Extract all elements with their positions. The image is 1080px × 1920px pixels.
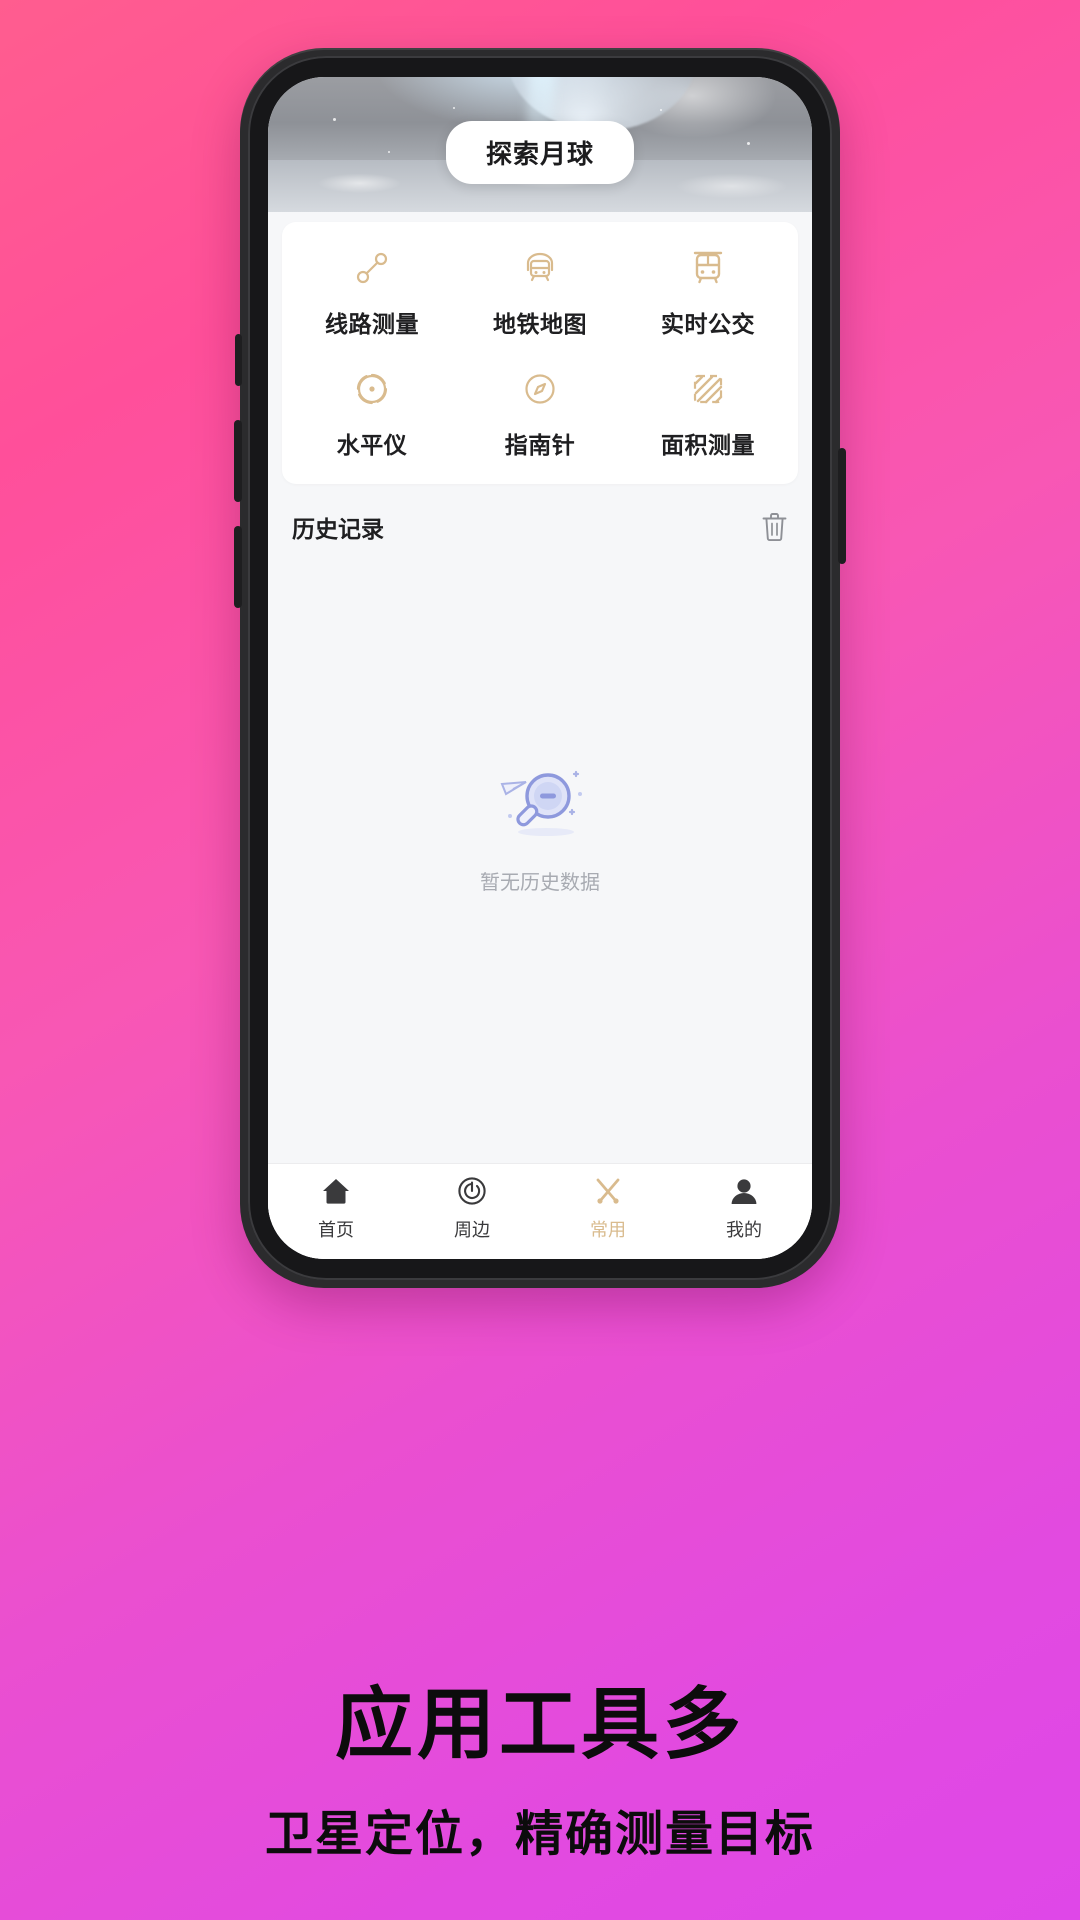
subway-map-icon [526,252,554,282]
star-icon [387,151,390,154]
main-content: 线路测量 地铁地图 实时公交 水平仪 指南针 面积测量 历史记录 暂无历史数据 … [268,212,812,1259]
history-empty-state: 暂无历史数据 [268,554,812,1163]
tab-label: 首页 [318,1220,354,1240]
tab-profile[interactable]: 我的 [676,1175,812,1242]
tool-label: 水平仪 [336,432,408,458]
tool-route-measure[interactable]: 线路测量 [288,248,456,339]
mute-switch[interactable] [235,334,242,386]
tool-label: 面积测量 [661,432,755,458]
promo-subline: 卫星定位，精确测量目标 [264,1808,815,1861]
tab-nearby[interactable]: 周边 [404,1175,540,1242]
spirit-level-icon [356,373,388,405]
phone-screen: 探索月球 线路测量 地铁地图 实时公交 水平仪 指南针 面积测量 历史记录 暂无… [268,77,812,1259]
tab-tools[interactable]: 常用 [540,1175,676,1242]
star-icon [333,117,337,121]
tool-label: 地铁地图 [493,311,587,337]
tool-subway-map[interactable]: 地铁地图 [456,248,624,339]
compass-icon [525,374,555,404]
promo-text: 应用工具多 卫星定位，精确测量目标 [0,1679,1080,1864]
history-title: 历史记录 [292,516,384,542]
explore-moon-button[interactable]: 探索月球 [445,121,635,184]
area-measure-icon [693,374,723,404]
home-icon [323,1179,349,1204]
history-header: 历史记录 [268,484,812,554]
tools-icon [596,1178,620,1204]
route-measure-icon [356,252,388,284]
power-button[interactable] [838,448,846,564]
tab-home[interactable]: 首页 [268,1175,404,1242]
star-icon [746,141,750,145]
tool-compass[interactable]: 指南针 [456,369,624,460]
hero-banner: 探索月球 [268,77,812,212]
tool-label: 指南针 [504,432,576,458]
tools-grid: 线路测量 地铁地图 实时公交 水平仪 指南针 面积测量 [282,222,798,484]
tool-spirit-level[interactable]: 水平仪 [288,369,456,460]
tool-realtime-bus[interactable]: 实时公交 [624,248,792,339]
magnifier-empty-icon [500,770,582,836]
trash-icon[interactable] [761,512,788,542]
tab-label: 常用 [590,1220,626,1240]
star-icon [452,106,455,109]
bottom-tabbar: 首页 周边 常用 我的 [268,1163,812,1259]
tab-label: 周边 [454,1220,490,1240]
empty-message: 暂无历史数据 [480,872,600,894]
promo-headline: 应用工具多 [334,1679,745,1768]
tool-label: 实时公交 [661,311,755,337]
tab-label: 我的 [726,1220,762,1240]
page-title: 探索月球 [485,139,595,169]
phone-mockup: 探索月球 线路测量 地铁地图 实时公交 水平仪 指南针 面积测量 历史记录 暂无… [234,48,846,1288]
volume-down-button[interactable] [234,526,242,608]
profile-icon [731,1179,757,1204]
tool-label: 线路测量 [325,311,419,337]
realtime-bus-icon [693,251,723,284]
tool-area-measure[interactable]: 面积测量 [624,369,792,460]
nearby-icon [458,1177,486,1205]
volume-up-button[interactable] [234,420,242,502]
